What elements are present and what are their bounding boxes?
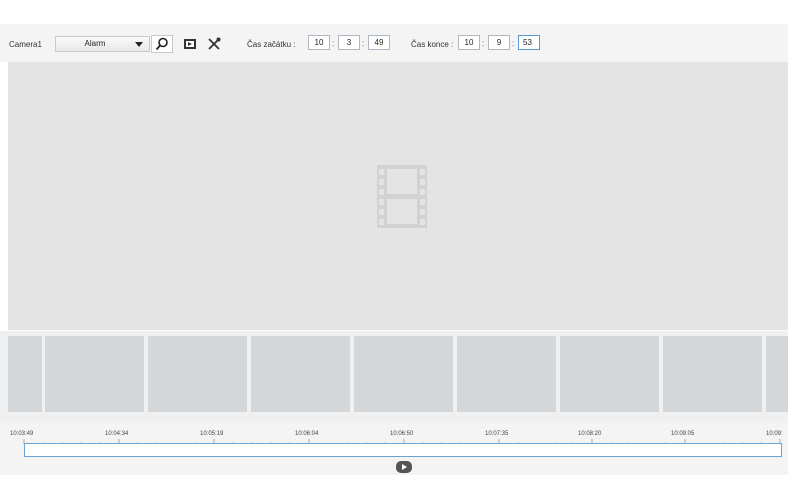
timeline: 10:03:49 10:04:34 10:05:19 10:06:04 10:0… <box>0 423 788 475</box>
end-time-label: Čas konce : <box>411 40 454 49</box>
start-hour-input[interactable]: 10 <box>308 35 330 50</box>
thumbnail[interactable] <box>560 336 659 412</box>
tools-button[interactable] <box>207 37 221 51</box>
search-icon <box>155 37 168 51</box>
thumbnail[interactable] <box>354 336 453 412</box>
end-hour-input[interactable]: 10 <box>458 35 480 50</box>
thumbnail[interactable] <box>457 336 556 412</box>
start-second-input[interactable]: 49 <box>368 35 390 50</box>
timeline-tick-label: 10:06:04 <box>295 431 319 437</box>
time-separator: : <box>362 39 365 48</box>
toolbar: Camera1 Alarm Čas začátku : 10 : 3 : 49 … <box>0 24 788 62</box>
timeline-tick-label: 10:08:20 <box>578 431 602 437</box>
dropdown-arrow-icon <box>135 42 143 47</box>
thumbnail[interactable] <box>8 336 42 412</box>
timeline-tick-label: 10:05:19 <box>200 431 224 437</box>
thumbnail[interactable] <box>45 336 144 412</box>
start-time-label: Čas začátku : <box>247 40 296 49</box>
event-type-dropdown[interactable]: Alarm <box>55 36 150 52</box>
camera-label: Camera1 <box>9 40 42 49</box>
timeline-tick-label: 10:09:05 <box>671 431 695 437</box>
timeline-tick-label: 10:09: <box>766 431 783 437</box>
thumbnail[interactable] <box>251 336 350 412</box>
thumbnail[interactable] <box>148 336 247 412</box>
timeline-tick-label: 10:07:35 <box>485 431 509 437</box>
tools-icon <box>208 37 221 50</box>
start-minute-input[interactable]: 3 <box>338 35 360 50</box>
play-button[interactable] <box>396 460 412 473</box>
export-video-button[interactable] <box>183 37 197 51</box>
timeline-tick-label: 10:04:34 <box>105 431 129 437</box>
search-button[interactable] <box>151 35 173 53</box>
timeline-tick-label: 10:03:49 <box>10 431 34 437</box>
video-export-icon <box>184 39 196 49</box>
film-strip-icon <box>377 165 427 228</box>
end-second-input[interactable]: 53 <box>518 35 540 50</box>
timeline-track[interactable] <box>24 443 782 457</box>
thumbnail[interactable] <box>766 336 788 412</box>
video-viewer[interactable] <box>8 62 788 330</box>
timeline-tick-label: 10:06:50 <box>390 431 414 437</box>
thumbnail-strip <box>0 331 788 423</box>
thumbnail[interactable] <box>663 336 762 412</box>
play-icon <box>396 461 412 473</box>
time-separator: : <box>482 39 485 48</box>
event-type-value: Alarm <box>84 39 106 48</box>
time-separator: : <box>332 39 335 48</box>
time-separator: : <box>512 39 515 48</box>
end-minute-input[interactable]: 9 <box>488 35 510 50</box>
